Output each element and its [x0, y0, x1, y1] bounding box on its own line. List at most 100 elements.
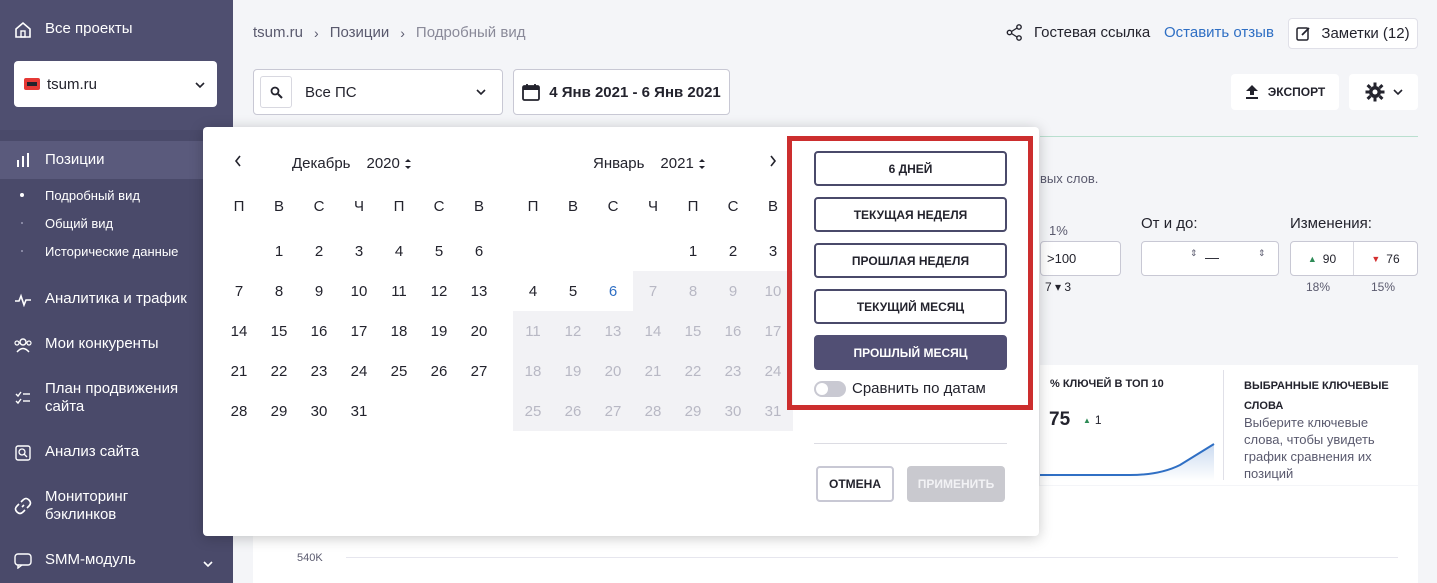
- calendar-day[interactable]: 10: [339, 271, 379, 311]
- breadcrumb-item[interactable]: tsum.ru: [253, 24, 303, 41]
- sidebar-item-smm[interactable]: SMM-модуль: [0, 551, 233, 572]
- year-select[interactable]: 2021: [660, 155, 705, 172]
- calendar-day[interactable]: 25: [513, 391, 553, 431]
- calendar-day[interactable]: 20: [593, 351, 633, 391]
- calendar-day[interactable]: 24: [339, 351, 379, 391]
- breadcrumb-item[interactable]: Позиции: [330, 24, 390, 41]
- calendar-day[interactable]: 2: [299, 231, 339, 271]
- calendar-day[interactable]: 4: [513, 271, 553, 311]
- calendar-day[interactable]: 8: [259, 271, 299, 311]
- calendar-day[interactable]: 1: [259, 231, 299, 271]
- calendar-day[interactable]: 9: [713, 271, 753, 311]
- calendar-day[interactable]: 30: [299, 391, 339, 431]
- calendar-day[interactable]: 21: [633, 351, 673, 391]
- calendar-day[interactable]: 6: [459, 231, 499, 271]
- sidebar-item-analytics[interactable]: Аналитика и трафик: [0, 290, 233, 310]
- bullet-icon: [21, 222, 23, 224]
- sidebar-item-positions[interactable]: Позиции: [0, 141, 233, 179]
- calendar-day[interactable]: 31: [339, 391, 379, 431]
- calendar-day[interactable]: 26: [419, 351, 459, 391]
- calendar-day[interactable]: 23: [713, 351, 753, 391]
- calendar-day[interactable]: 1: [673, 231, 713, 271]
- preset-last-month-button[interactable]: ПРОШЛЫЙ МЕСЯЦ: [814, 335, 1007, 370]
- sidebar-subitem-history[interactable]: Исторические данные: [0, 242, 233, 260]
- calendar-day[interactable]: 4: [379, 231, 419, 271]
- calendar-day[interactable]: 5: [419, 231, 459, 271]
- calendar-day[interactable]: 14: [219, 311, 259, 351]
- calendar-day[interactable]: 30: [713, 391, 753, 431]
- sidebar-item-competitors[interactable]: Мои конкуренты: [0, 335, 233, 355]
- calendar-day[interactable]: 20: [459, 311, 499, 351]
- project-select[interactable]: tsum.ru: [14, 61, 217, 107]
- calendar-day[interactable]: 15: [673, 311, 713, 351]
- preset-current-week-button[interactable]: ТЕКУЩАЯ НЕДЕЛЯ: [814, 197, 1007, 232]
- calendar-day[interactable]: 14: [633, 311, 673, 351]
- prev-month-button[interactable]: [234, 154, 242, 172]
- calendar-day[interactable]: 7: [633, 271, 673, 311]
- calendar-day[interactable]: 22: [259, 351, 299, 391]
- settings-button[interactable]: [1349, 74, 1418, 110]
- year-select[interactable]: 2020: [366, 155, 411, 172]
- calendar-day[interactable]: 2: [713, 231, 753, 271]
- calendar-day[interactable]: 6: [593, 271, 633, 311]
- calendar-day[interactable]: 29: [673, 391, 713, 431]
- month-select[interactable]: Январь: [593, 155, 644, 172]
- calendar-day[interactable]: 28: [219, 391, 259, 431]
- sidebar-subitem-overview[interactable]: Общий вид: [0, 214, 233, 232]
- calendar-day[interactable]: 22: [673, 351, 713, 391]
- calendar-day[interactable]: 5: [553, 271, 593, 311]
- calendar-day[interactable]: 21: [219, 351, 259, 391]
- calendar-day[interactable]: 12: [419, 271, 459, 311]
- calendar-day[interactable]: 16: [299, 311, 339, 351]
- next-month-button[interactable]: [769, 154, 777, 172]
- calendar-day[interactable]: 11: [513, 311, 553, 351]
- sparkline-chart: [1040, 443, 1215, 481]
- sidebar-item-promotion-plan[interactable]: План продвижения сайта: [0, 380, 233, 416]
- calendar-day[interactable]: 9: [299, 271, 339, 311]
- preset-current-month-button[interactable]: ТЕКУЩИЙ МЕСЯЦ: [814, 289, 1007, 324]
- sidebar-item-all-projects[interactable]: Все проекты: [0, 20, 233, 40]
- preset-last-week-button[interactable]: ПРОШЛАЯ НЕДЕЛЯ: [814, 243, 1007, 278]
- changes-filter[interactable]: ▲ 90 ▼ 76: [1290, 241, 1418, 276]
- calendar-day[interactable]: 13: [459, 271, 499, 311]
- calendar-day[interactable]: 12: [553, 311, 593, 351]
- range-select[interactable]: >100: [1040, 241, 1121, 276]
- notes-button[interactable]: Заметки (12): [1288, 18, 1418, 49]
- calendar-day[interactable]: 25: [379, 351, 419, 391]
- calendar-day[interactable]: 3: [339, 231, 379, 271]
- calendar-day[interactable]: 17: [339, 311, 379, 351]
- sidebar-item-site-analysis[interactable]: Анализ сайта: [0, 443, 233, 463]
- calendar-day[interactable]: 19: [419, 311, 459, 351]
- search-engine-select[interactable]: Все ПС: [253, 69, 503, 115]
- feedback-link[interactable]: Оставить отзыв: [1164, 24, 1274, 41]
- calendar-day[interactable]: 7: [219, 271, 259, 311]
- compare-toggle[interactable]: [814, 380, 846, 397]
- guest-link-button[interactable]: Гостевая ссылка: [1006, 24, 1150, 41]
- calendar-day[interactable]: 18: [379, 311, 419, 351]
- calendar-day[interactable]: 28: [633, 391, 673, 431]
- export-button[interactable]: ЭКСПОРТ: [1231, 74, 1339, 110]
- date-range-button[interactable]: 4 Янв 2021 - 6 Янв 2021: [513, 69, 730, 115]
- calendar-day[interactable]: 16: [713, 311, 753, 351]
- calendar-day[interactable]: 29: [259, 391, 299, 431]
- calendar-day[interactable]: 8: [673, 271, 713, 311]
- month-select[interactable]: Декабрь: [292, 155, 350, 172]
- calendar-day[interactable]: 27: [593, 391, 633, 431]
- weekday-label: Ч: [648, 198, 658, 215]
- calendar-day[interactable]: 23: [299, 351, 339, 391]
- compare-dates-row[interactable]: Сравнить по датам: [814, 380, 986, 397]
- calendar-day[interactable]: 19: [553, 351, 593, 391]
- from-to-input[interactable]: ⇕ — ⇕: [1141, 241, 1279, 276]
- calendar-day[interactable]: 18: [513, 351, 553, 391]
- calendar-day[interactable]: 15: [259, 311, 299, 351]
- sidebar-subitem-detailed[interactable]: Подробный вид: [0, 186, 233, 204]
- sidebar-item-backlinks[interactable]: Мониторинг бэклинков: [0, 488, 233, 524]
- calendar-day[interactable]: 13: [593, 311, 633, 351]
- cancel-button[interactable]: ОТМЕНА: [816, 466, 894, 502]
- calendar-day[interactable]: 26: [553, 391, 593, 431]
- chevron-down-icon: [195, 76, 205, 93]
- calendar-day[interactable]: 27: [459, 351, 499, 391]
- apply-button[interactable]: ПРИМЕНИТЬ: [907, 466, 1005, 502]
- preset-6-days-button[interactable]: 6 ДНЕЙ: [814, 151, 1007, 186]
- calendar-day[interactable]: 11: [379, 271, 419, 311]
